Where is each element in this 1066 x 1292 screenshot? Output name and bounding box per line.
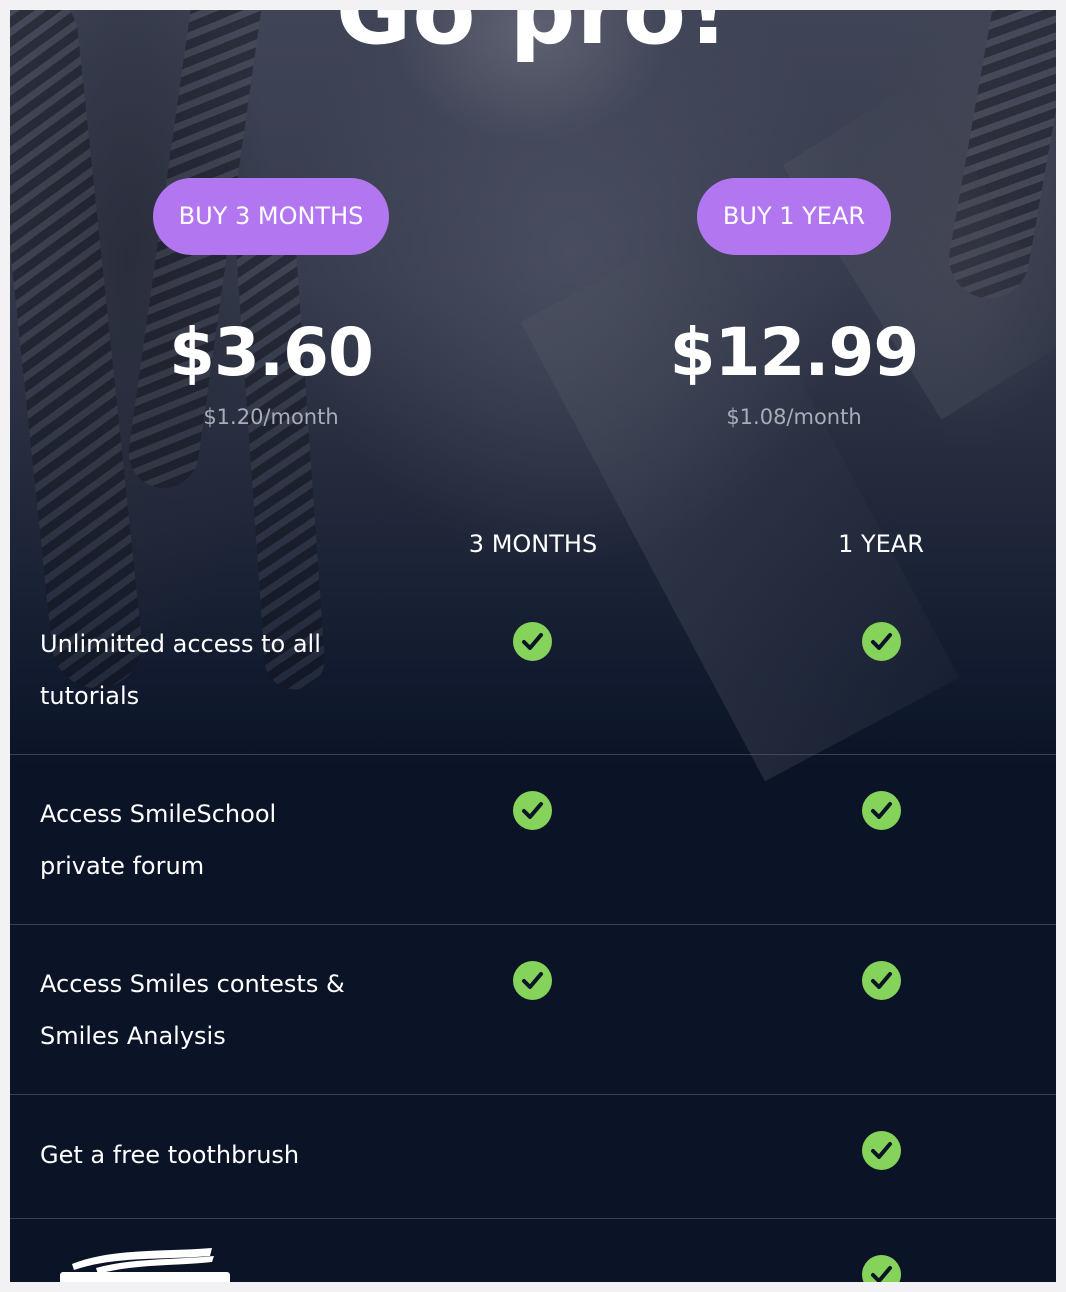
plan-monthly-price: $1.08/month — [726, 405, 862, 429]
pricing-section: Go pro! BUY 3 MONTHS $3.60 $1.20/month B… — [10, 10, 1056, 1282]
feature-row: Get a free toothbrush — [10, 1095, 1056, 1219]
feature-label: Get a free toothbrush — [40, 1141, 300, 1169]
check-circle-icon — [862, 791, 901, 830]
plan-one-year: BUY 1 YEAR $12.99 $1.08/month — [594, 178, 994, 429]
check-circle-icon — [513, 961, 552, 1000]
buy-3-months-button[interactable]: BUY 3 MONTHS — [152, 178, 390, 255]
column-header-3-months: 3 MONTHS — [468, 530, 598, 558]
check-circle-icon — [862, 961, 901, 1000]
feature-row: Unlimitted access to all tutorials — [10, 590, 1056, 755]
check-circle-icon — [513, 622, 552, 661]
check-circle-icon — [513, 791, 552, 830]
plan-three-months: BUY 3 MONTHS $3.60 $1.20/month — [71, 178, 471, 429]
page-title: Go pro! — [335, 10, 731, 65]
check-circle-icon — [862, 622, 901, 661]
plan-monthly-price: $1.20/month — [203, 405, 339, 429]
feature-row: Access Smiles contests & Smiles Analysis — [10, 925, 1056, 1095]
feature-label: Access Smiles contests & Smiles Analysis — [40, 970, 345, 1050]
check-circle-icon — [862, 1131, 901, 1170]
plan-price: $3.60 — [169, 314, 374, 391]
check-circle-icon — [862, 1255, 901, 1282]
buy-1-year-button[interactable]: BUY 1 YEAR — [696, 178, 892, 255]
feature-label: Access SmileSchool private forum — [40, 800, 277, 880]
feature-label: Unlimitted access to all tutorials — [40, 630, 321, 710]
plan-price: $12.99 — [669, 314, 920, 391]
feature-row: Access SmileSchool private forum — [10, 755, 1056, 925]
column-header-1-year: 1 YEAR — [838, 530, 924, 558]
signal-logo — [60, 1248, 230, 1282]
